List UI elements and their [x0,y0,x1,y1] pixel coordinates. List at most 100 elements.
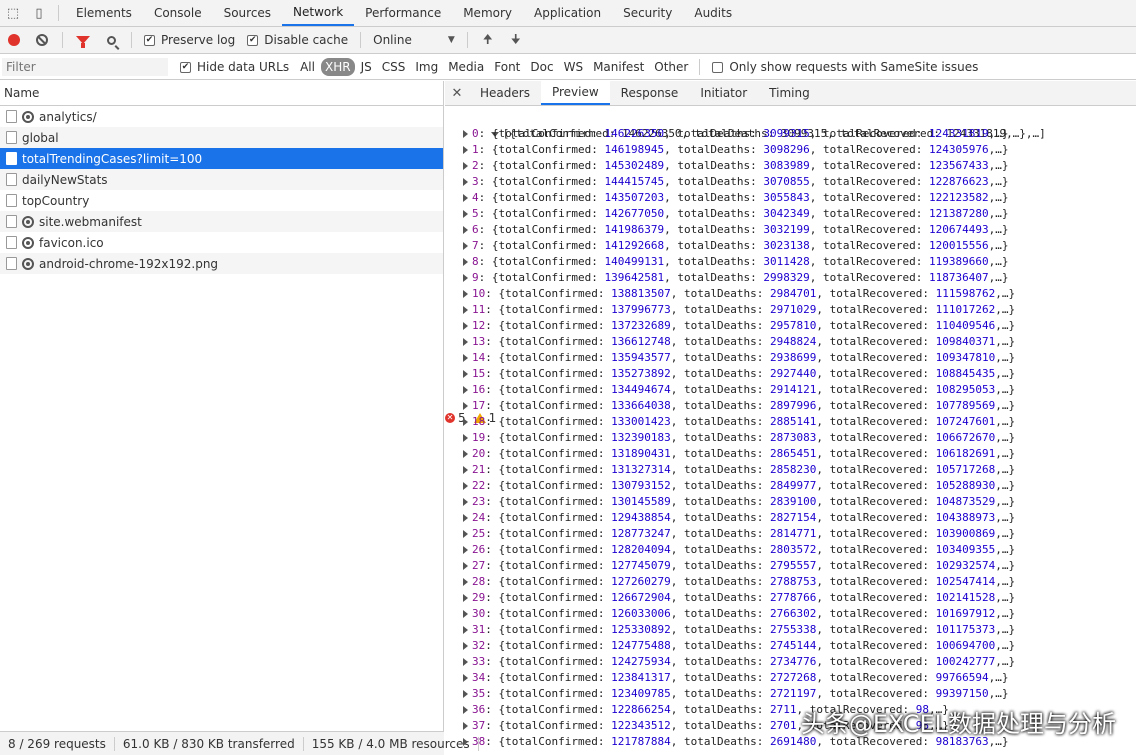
json-item-line[interactable]: 25: {totalConfirmed: 128773247, totalDea… [451,526,1136,542]
close-icon[interactable]: ✕ [445,81,469,105]
json-item-line[interactable]: 35: {totalConfirmed: 123409785, totalDea… [451,686,1136,702]
tab-performance[interactable]: Performance [354,0,452,26]
json-item-line[interactable]: 2: {totalConfirmed: 145302489, totalDeat… [451,158,1136,174]
json-item-line[interactable]: 24: {totalConfirmed: 129438854, totalDea… [451,510,1136,526]
preserve-log-checkbox[interactable]: ✔ Preserve log [138,33,241,47]
filter-input[interactable] [2,58,168,76]
device-toolbar-icon[interactable]: ▯ [26,0,52,26]
record-button[interactable] [0,34,28,46]
tab-console[interactable]: Console [143,0,213,26]
json-item-line[interactable]: 3: {totalConfirmed: 144415745, totalDeat… [451,174,1136,190]
json-item-line[interactable]: 34: {totalConfirmed: 123841317, totalDea… [451,670,1136,686]
total-confirmed-value: 138813507 [611,287,671,300]
json-item-line[interactable]: 20: {totalConfirmed: 131890431, totalDea… [451,446,1136,462]
name-column-header[interactable]: Name [0,81,443,106]
json-item-line[interactable]: 10: {totalConfirmed: 138813507, totalDea… [451,286,1136,302]
import-har-button[interactable]: 🠉 [474,30,502,51]
request-row[interactable]: topCountry [0,190,443,211]
disable-cache-checkbox[interactable]: ✔ Disable cache [241,33,354,47]
json-item-line[interactable]: 14: {totalConfirmed: 135943577, totalDea… [451,350,1136,366]
json-item-line[interactable]: 11: {totalConfirmed: 137996773, totalDea… [451,302,1136,318]
tab-sources[interactable]: Sources [213,0,282,26]
request-row[interactable]: global [0,127,443,148]
detail-tab-timing[interactable]: Timing [758,81,821,105]
type-filter-xhr[interactable]: XHR [320,58,355,76]
detail-tab-preview[interactable]: Preview [540,81,610,105]
request-rows: analytics/global totalTrendingCases?limit… [0,106,443,274]
json-item-line[interactable]: 8: {totalConfirmed: 140499131, totalDeat… [451,254,1136,270]
total-deaths-value: 2803572 [770,543,817,556]
request-row[interactable]: android-chrome-192x192.png [0,253,443,274]
json-item-line[interactable]: 23: {totalConfirmed: 130145589, totalDea… [451,494,1136,510]
tab-elements[interactable]: Elements [65,0,143,26]
tab-security[interactable]: Security [612,0,683,26]
request-name: favicon.ico [39,235,104,250]
type-filter-other[interactable]: Other [650,58,692,76]
json-item-line[interactable]: 15: {totalConfirmed: 135273892, totalDea… [451,366,1136,382]
checkbox-checked-icon[interactable]: ✔ [180,61,191,73]
expand-triangle-icon [463,450,468,458]
total-recovered-value: 107789569 [935,399,996,412]
json-item-line[interactable]: 7: {totalConfirmed: 141292668, totalDeat… [451,238,1136,254]
type-filter-img[interactable]: Img [411,58,442,76]
samesite-checkbox[interactable]: Only show requests with SameSite issues [706,60,984,74]
json-item-line[interactable]: 16: {totalConfirmed: 134494674, totalDea… [451,382,1136,398]
type-filter-font[interactable]: Font [490,58,524,76]
type-filter-manifest[interactable]: Manifest [589,58,648,76]
tab-audits[interactable]: Audits [683,0,743,26]
json-item-line[interactable]: 1: {totalConfirmed: 146198945, totalDeat… [451,142,1136,158]
search-button[interactable] [97,35,125,45]
inspect-element-icon[interactable]: ⬚ [0,0,26,26]
request-row[interactable]: totalTrendingCases?limit=100 [0,148,443,169]
network-toolbar: ✔ Preserve log ✔ Disable cache Online ▼ … [0,27,1136,54]
json-item-line[interactable]: 18: {totalConfirmed: 133001423, totalDea… [451,414,1136,430]
json-item-line[interactable]: 12: {totalConfirmed: 137232689, totalDea… [451,318,1136,334]
json-index: 3 [472,175,479,188]
json-index: 7 [472,239,479,252]
hide-data-urls-checkbox[interactable]: ✔ Hide data URLs [174,60,295,74]
detail-tab-response[interactable]: Response [610,81,690,105]
type-filter-css[interactable]: CSS [378,58,410,76]
json-item-line[interactable]: 22: {totalConfirmed: 130793152, totalDea… [451,478,1136,494]
throttling-select[interactable]: Online ▼ [367,33,461,47]
json-item-line[interactable]: 30: {totalConfirmed: 126033006, totalDea… [451,606,1136,622]
request-row[interactable]: analytics/ [0,106,443,127]
json-item-line[interactable]: 27: {totalConfirmed: 127745079, totalDea… [451,558,1136,574]
tab-memory[interactable]: Memory [452,0,523,26]
type-filter-js[interactable]: JS [357,58,376,76]
json-item-line[interactable]: 13: {totalConfirmed: 136612748, totalDea… [451,334,1136,350]
json-item-line[interactable]: 4: {totalConfirmed: 143507203, totalDeat… [451,190,1136,206]
json-item-line[interactable]: 26: {totalConfirmed: 128204094, totalDea… [451,542,1136,558]
type-filter-all[interactable]: All [296,58,319,76]
type-filter-ws[interactable]: WS [560,58,587,76]
request-row[interactable]: dailyNewStats [0,169,443,190]
filter-toggle-button[interactable] [69,36,97,48]
total-recovered-value: 109347810 [935,351,996,364]
checkbox-checked-icon[interactable]: ✔ [144,34,155,46]
type-filter-media[interactable]: Media [444,58,488,76]
total-deaths-value: 2865451 [770,447,817,460]
json-item-line[interactable]: 28: {totalConfirmed: 127260279, totalDea… [451,574,1136,590]
type-filter-doc[interactable]: Doc [526,58,557,76]
json-item-line[interactable]: 19: {totalConfirmed: 132390183, totalDea… [451,430,1136,446]
export-har-button[interactable]: 🠋 [502,30,530,51]
request-row[interactable]: favicon.ico [0,232,443,253]
detail-tab-headers[interactable]: Headers [469,81,541,105]
json-root-line[interactable]: [{totalConfirmed: 146226350, totalDeaths… [451,110,1136,140]
json-item-line[interactable]: 21: {totalConfirmed: 131327314, totalDea… [451,462,1136,478]
json-item-line[interactable]: 29: {totalConfirmed: 126672904, totalDea… [451,590,1136,606]
json-item-line[interactable]: 5: {totalConfirmed: 142677050, totalDeat… [451,206,1136,222]
request-row[interactable]: site.webmanifest [0,211,443,232]
json-item-line[interactable]: 9: {totalConfirmed: 139642581, totalDeat… [451,270,1136,286]
json-item-line[interactable]: 6: {totalConfirmed: 141986379, totalDeat… [451,222,1136,238]
clear-button[interactable] [28,34,56,46]
checkbox-unchecked-icon[interactable] [712,61,724,73]
json-item-line[interactable]: 33: {totalConfirmed: 124275934, totalDea… [451,654,1136,670]
json-item-line[interactable]: 17: {totalConfirmed: 133664038, totalDea… [451,398,1136,414]
json-item-line[interactable]: 31: {totalConfirmed: 125330892, totalDea… [451,622,1136,638]
checkbox-checked-icon[interactable]: ✔ [247,34,259,46]
tab-network[interactable]: Network [282,0,355,26]
tab-application[interactable]: Application [523,0,612,26]
detail-tab-initiator[interactable]: Initiator [689,81,758,105]
json-item-line[interactable]: 32: {totalConfirmed: 124775488, totalDea… [451,638,1136,654]
